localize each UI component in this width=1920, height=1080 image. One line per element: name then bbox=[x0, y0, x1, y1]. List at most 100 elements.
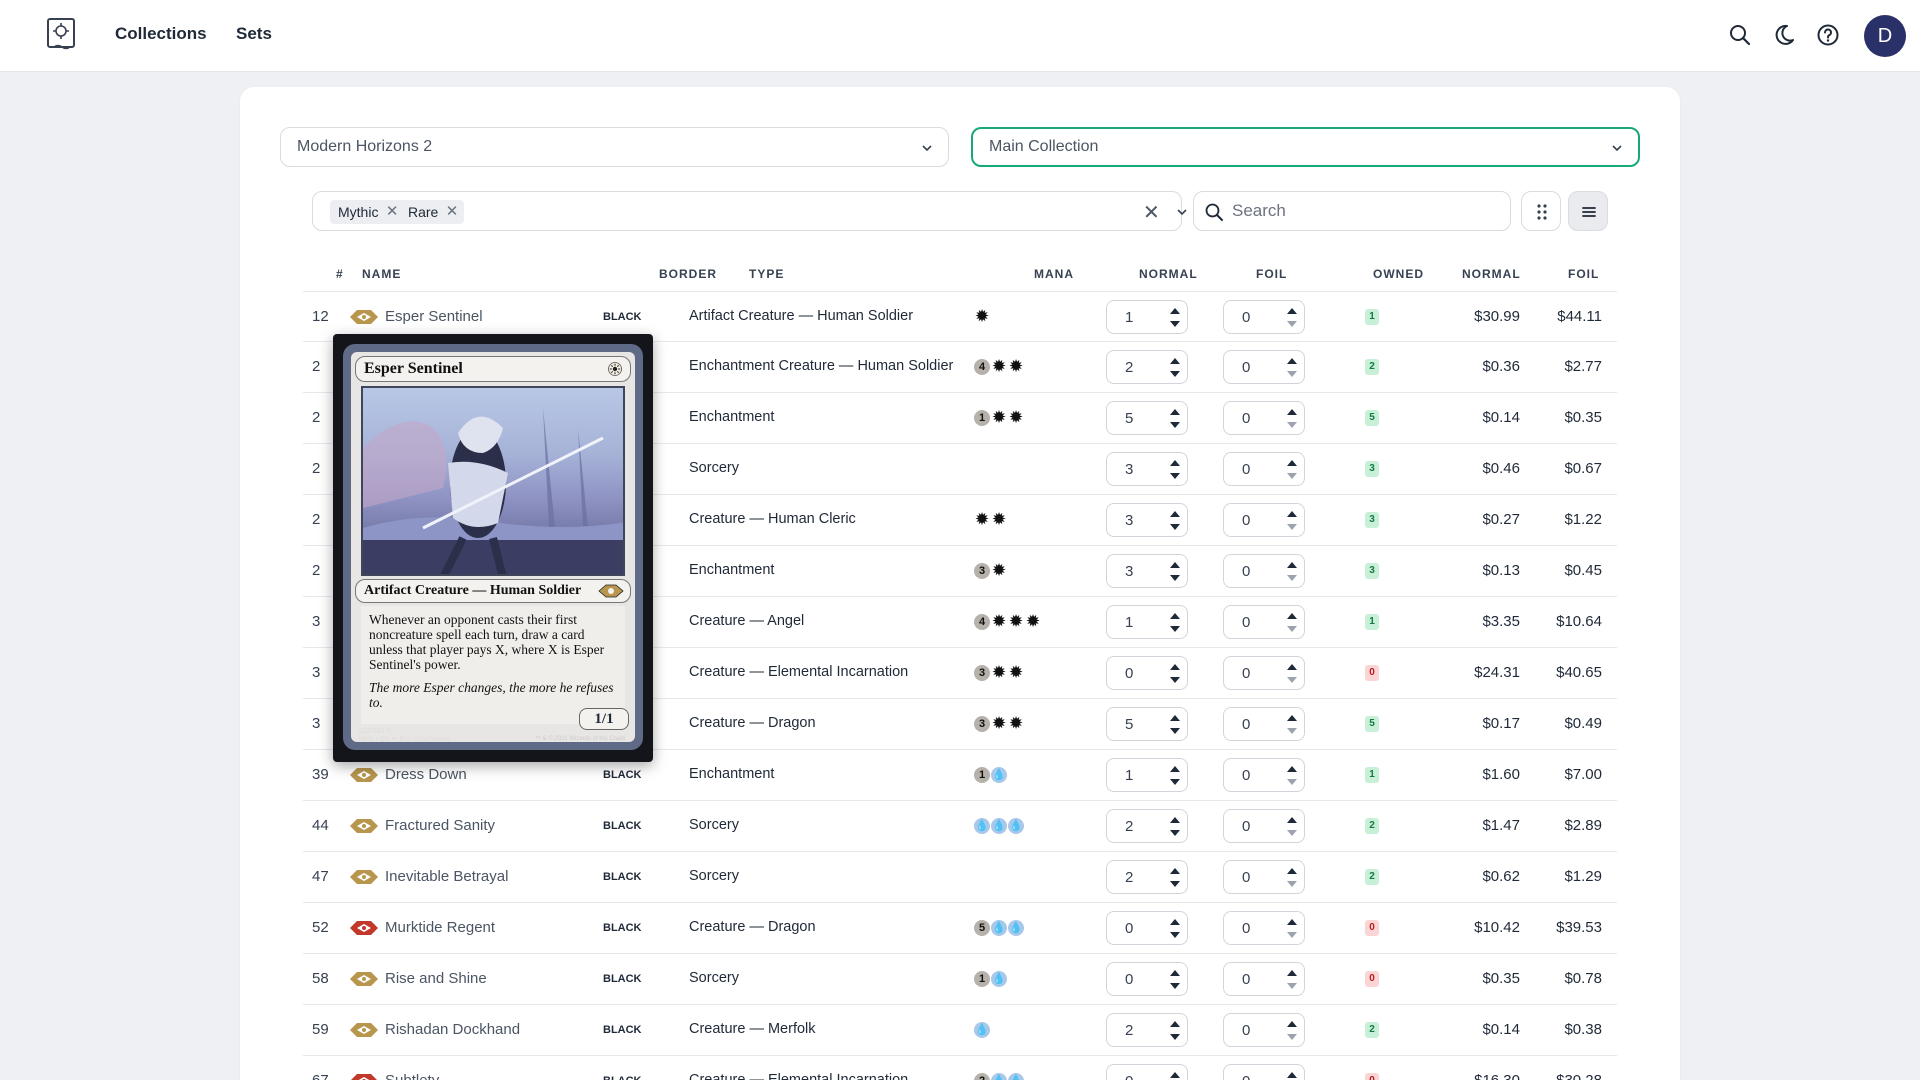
table-row[interactable]: 58 Rise and Shine BLACK Sorcery 1 💧 0 0 0 $0.35 $0… bbox=[303, 954, 1617, 1005]
normal-stepper[interactable]: 2 bbox=[1106, 1013, 1188, 1047]
decrement-icon[interactable] bbox=[1286, 369, 1298, 379]
decrement-icon[interactable] bbox=[1169, 1032, 1181, 1042]
decrement-icon[interactable] bbox=[1286, 1032, 1298, 1042]
increment-icon[interactable] bbox=[1169, 560, 1181, 570]
increment-icon[interactable] bbox=[1286, 560, 1298, 570]
foil-quantity[interactable]: 0 bbox=[1242, 512, 1250, 529]
foil-stepper[interactable]: 0 bbox=[1223, 758, 1305, 792]
normal-stepper[interactable]: 2 bbox=[1106, 809, 1188, 843]
increment-icon[interactable] bbox=[1169, 356, 1181, 366]
normal-quantity[interactable]: 0 bbox=[1125, 971, 1133, 988]
decrement-icon[interactable] bbox=[1286, 828, 1298, 838]
foil-stepper[interactable]: 0 bbox=[1223, 656, 1305, 690]
increment-icon[interactable] bbox=[1169, 611, 1181, 621]
increment-icon[interactable] bbox=[1286, 917, 1298, 927]
col-type[interactable]: TYPE bbox=[749, 267, 784, 281]
increment-icon[interactable] bbox=[1286, 1019, 1298, 1029]
foil-quantity[interactable]: 0 bbox=[1242, 767, 1250, 784]
foil-quantity[interactable]: 0 bbox=[1242, 563, 1250, 580]
decrement-icon[interactable] bbox=[1286, 471, 1298, 481]
foil-quantity[interactable]: 0 bbox=[1242, 716, 1250, 733]
normal-stepper[interactable]: 0 bbox=[1106, 1064, 1188, 1080]
normal-quantity[interactable]: 1 bbox=[1125, 614, 1133, 631]
table-row[interactable]: 67 Subtlety BLACK Creature — Elemental Inca… bbox=[303, 1056, 1617, 1080]
help-icon[interactable] bbox=[1815, 22, 1841, 48]
normal-quantity[interactable]: 2 bbox=[1125, 359, 1133, 376]
card-name-link[interactable]: Inevitable Betrayal bbox=[385, 868, 508, 885]
increment-icon[interactable] bbox=[1169, 764, 1181, 774]
normal-quantity[interactable]: 1 bbox=[1125, 767, 1133, 784]
increment-icon[interactable] bbox=[1286, 611, 1298, 621]
remove-chip-icon[interactable]: ✕ bbox=[386, 200, 399, 224]
decrement-icon[interactable] bbox=[1169, 522, 1181, 532]
increment-icon[interactable] bbox=[1286, 968, 1298, 978]
foil-stepper[interactable]: 0 bbox=[1223, 503, 1305, 537]
foil-quantity[interactable]: 0 bbox=[1242, 869, 1250, 886]
decrement-icon[interactable] bbox=[1286, 726, 1298, 736]
set-select[interactable]: Modern Horizons 2 bbox=[280, 127, 949, 167]
normal-stepper[interactable]: 2 bbox=[1106, 860, 1188, 894]
increment-icon[interactable] bbox=[1286, 306, 1298, 316]
card-name-link[interactable]: Fractured Sanity bbox=[385, 817, 495, 834]
normal-stepper[interactable]: 3 bbox=[1106, 554, 1188, 588]
decrement-icon[interactable] bbox=[1286, 319, 1298, 329]
decrement-icon[interactable] bbox=[1286, 624, 1298, 634]
rarity-filter[interactable]: Mythic ✕ Rare ✕ ✕ bbox=[312, 191, 1187, 231]
grid-view-button[interactable] bbox=[1521, 191, 1561, 231]
foil-stepper[interactable]: 0 bbox=[1223, 554, 1305, 588]
increment-icon[interactable] bbox=[1286, 662, 1298, 672]
col-num[interactable]: # bbox=[336, 267, 344, 281]
normal-quantity[interactable]: 2 bbox=[1125, 1022, 1133, 1039]
decrement-icon[interactable] bbox=[1286, 777, 1298, 787]
normal-stepper[interactable]: 1 bbox=[1106, 300, 1188, 334]
card-name-link[interactable]: Dress Down bbox=[385, 766, 467, 783]
increment-icon[interactable] bbox=[1286, 713, 1298, 723]
col-price-normal[interactable]: NORMAL bbox=[1462, 267, 1521, 281]
foil-quantity[interactable]: 0 bbox=[1242, 818, 1250, 835]
foil-stepper[interactable]: 0 bbox=[1223, 452, 1305, 486]
foil-quantity[interactable]: 0 bbox=[1242, 1022, 1250, 1039]
normal-stepper[interactable]: 2 bbox=[1106, 350, 1188, 384]
decrement-icon[interactable] bbox=[1286, 879, 1298, 889]
decrement-icon[interactable] bbox=[1169, 573, 1181, 583]
card-name-link[interactable]: Esper Sentinel bbox=[385, 308, 483, 325]
increment-icon[interactable] bbox=[1286, 458, 1298, 468]
decrement-icon[interactable] bbox=[1169, 624, 1181, 634]
foil-stepper[interactable]: 0 bbox=[1223, 911, 1305, 945]
decrement-icon[interactable] bbox=[1169, 777, 1181, 787]
foil-quantity[interactable]: 0 bbox=[1242, 971, 1250, 988]
foil-quantity[interactable]: 0 bbox=[1242, 410, 1250, 427]
normal-quantity[interactable]: 0 bbox=[1125, 920, 1133, 937]
decrement-icon[interactable] bbox=[1169, 675, 1181, 685]
decrement-icon[interactable] bbox=[1169, 828, 1181, 838]
decrement-icon[interactable] bbox=[1169, 471, 1181, 481]
normal-quantity[interactable]: 3 bbox=[1125, 512, 1133, 529]
clear-icon[interactable]: ✕ bbox=[1143, 200, 1160, 225]
table-row[interactable]: 59 Rishadan Dockhand BLACK Creature — Merfo… bbox=[303, 1005, 1617, 1056]
col-border[interactable]: BORDER bbox=[659, 267, 717, 281]
normal-stepper[interactable]: 5 bbox=[1106, 707, 1188, 741]
normal-quantity[interactable]: 2 bbox=[1125, 818, 1133, 835]
collection-select[interactable]: Main Collection bbox=[971, 127, 1640, 167]
normal-quantity[interactable]: 0 bbox=[1125, 1073, 1133, 1080]
remove-chip-icon[interactable]: ✕ bbox=[446, 200, 459, 224]
foil-quantity[interactable]: 0 bbox=[1242, 920, 1250, 937]
chevron-down-icon[interactable] bbox=[1175, 205, 1189, 219]
decrement-icon[interactable] bbox=[1286, 573, 1298, 583]
increment-icon[interactable] bbox=[1169, 662, 1181, 672]
increment-icon[interactable] bbox=[1169, 866, 1181, 876]
foil-stepper[interactable]: 0 bbox=[1223, 350, 1305, 384]
increment-icon[interactable] bbox=[1286, 407, 1298, 417]
nav-collections[interactable]: Collections bbox=[115, 24, 207, 44]
decrement-icon[interactable] bbox=[1169, 319, 1181, 329]
logo-icon[interactable] bbox=[44, 16, 80, 52]
increment-icon[interactable] bbox=[1169, 968, 1181, 978]
foil-stepper[interactable]: 0 bbox=[1223, 605, 1305, 639]
decrement-icon[interactable] bbox=[1286, 930, 1298, 940]
table-row[interactable]: 52 Murktide Regent BLACK Creature — Dragon 5… bbox=[303, 903, 1617, 954]
foil-quantity[interactable]: 0 bbox=[1242, 665, 1250, 682]
increment-icon[interactable] bbox=[1286, 815, 1298, 825]
normal-quantity[interactable]: 3 bbox=[1125, 461, 1133, 478]
col-foil[interactable]: FOIL bbox=[1256, 267, 1287, 281]
card-name-link[interactable]: Rishadan Dockhand bbox=[385, 1021, 520, 1038]
